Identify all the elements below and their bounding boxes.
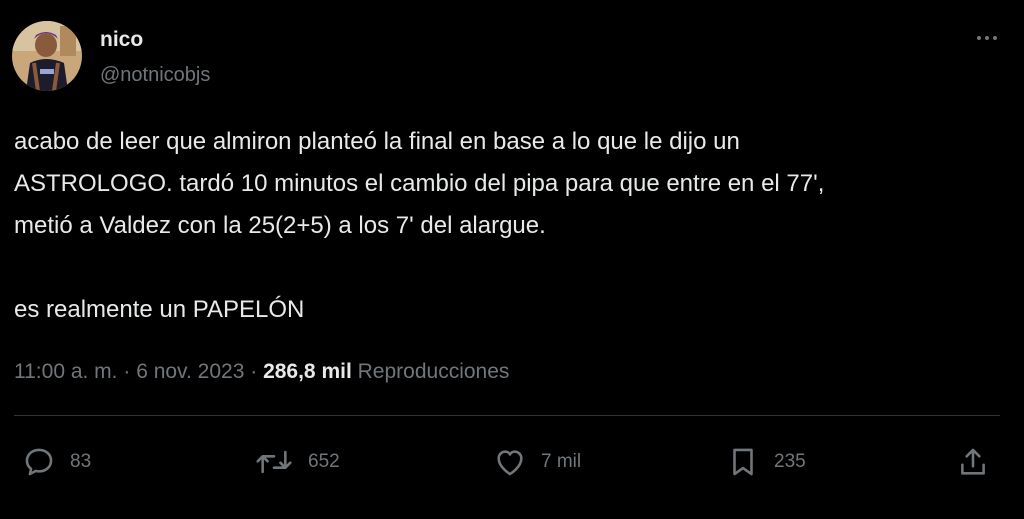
- like-button[interactable]: 7 mil: [493, 440, 581, 484]
- retweet-button[interactable]: 652: [254, 440, 340, 484]
- reply-button[interactable]: 83: [22, 440, 91, 484]
- views-label: Reproducciones: [357, 360, 510, 383]
- tweet-meta: 11:00 a. m. · 6 nov. 2023 · 286,8 mil Re…: [14, 358, 509, 386]
- tweet-time[interactable]: 11:00 a. m.: [14, 360, 118, 383]
- tweet-line: es realmente un PAPELÓN: [14, 296, 305, 323]
- display-name[interactable]: nico: [100, 27, 143, 53]
- bookmark-button[interactable]: 235: [726, 440, 806, 484]
- meta-separator: ·: [117, 360, 137, 383]
- reply-icon: [22, 445, 56, 479]
- user-handle[interactable]: @notnicobjs: [100, 62, 210, 88]
- bookmark-icon: [726, 445, 760, 479]
- like-count: 7 mil: [541, 451, 582, 472]
- tweet-line: ASTROLOGO. tardó 10 minutos el cambio de…: [14, 170, 825, 197]
- action-bar: 83 652 7 mil 235: [0, 440, 1024, 484]
- reply-count: 83: [70, 451, 92, 472]
- more-dots-icon: [977, 36, 997, 40]
- tweet-date[interactable]: 6 nov. 2023: [136, 360, 244, 383]
- meta-separator: ·: [244, 360, 264, 383]
- tweet-line: acabo de leer que almiron planteó la fin…: [14, 128, 740, 155]
- retweet-icon: [254, 445, 294, 479]
- share-icon: [956, 445, 990, 479]
- views-count: 286,8 mil: [263, 360, 352, 383]
- more-options-button[interactable]: [970, 26, 1004, 50]
- tweet-line: metió a Valdez con la 25(2+5) a los 7' d…: [14, 212, 546, 239]
- share-button[interactable]: [956, 440, 990, 484]
- heart-icon: [493, 445, 527, 479]
- bookmark-count: 235: [774, 451, 806, 472]
- retweet-count: 652: [308, 451, 340, 472]
- tweet-text: acabo de leer que almiron planteó la fin…: [14, 121, 1004, 331]
- profile-photo-icon: [12, 21, 82, 91]
- avatar[interactable]: [12, 21, 82, 91]
- divider: [14, 415, 1000, 416]
